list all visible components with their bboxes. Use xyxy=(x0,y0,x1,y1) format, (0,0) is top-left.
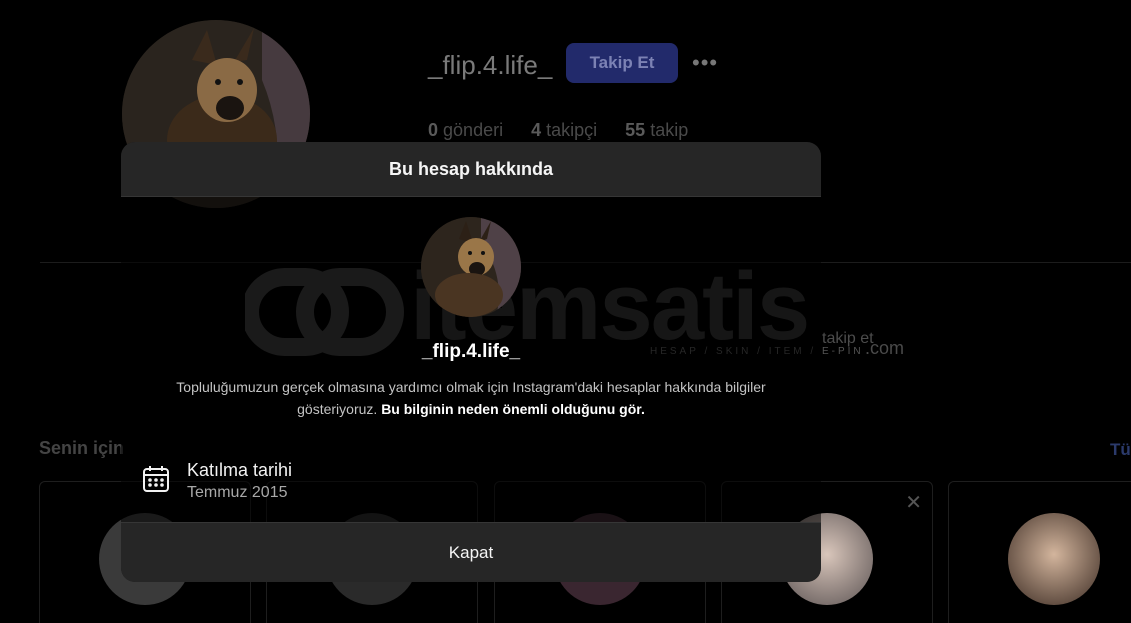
modal-title: Bu hesap hakkında xyxy=(388,158,554,179)
about-account-modal: Bu hesap hakkında _flip.4.life_ Topluluğ… xyxy=(121,142,821,582)
posts-count: 0 xyxy=(428,120,439,140)
followers-label: takipçi xyxy=(546,120,598,140)
follow-button[interactable]: Takip Et xyxy=(566,43,678,83)
more-options-icon[interactable]: ••• xyxy=(692,50,718,76)
followers-count: 4 xyxy=(531,120,542,140)
joined-label: Katılma tarihi xyxy=(187,460,293,480)
close-icon[interactable]: ✕ xyxy=(905,490,922,515)
suggestion-avatar[interactable] xyxy=(1008,513,1100,605)
close-button[interactable]: Kapat xyxy=(121,522,821,582)
calendar-icon xyxy=(141,464,171,499)
profile-username: _flip.4.life_ xyxy=(428,50,553,80)
posts-label: gönderi xyxy=(443,120,504,140)
joined-value: Temmuz 2015 xyxy=(187,484,288,501)
modal-header: Bu hesap hakkında xyxy=(121,142,821,197)
posts-stat[interactable]: 0 gönderi xyxy=(428,120,503,141)
suggestions-title: Senin için xyxy=(39,438,125,458)
following-label: takip xyxy=(650,120,689,140)
following-stat[interactable]: 55 takip xyxy=(625,120,688,141)
followers-stat[interactable]: 4 takipçi xyxy=(531,120,597,141)
following-count: 55 xyxy=(625,120,646,140)
joined-date-row: Katılma tarihi Temmuz 2015 xyxy=(141,460,292,502)
learn-more-link[interactable]: Bu bilginin neden önemli olduğunu gör. xyxy=(381,401,645,417)
profile-stats: 0 gönderi 4 takipçi 55 takip xyxy=(428,120,688,141)
suggestion-card[interactable] xyxy=(948,481,1131,623)
joined-info: Katılma tarihi Temmuz 2015 xyxy=(187,460,292,502)
suggestion-follow-link[interactable]: takip et xyxy=(822,330,874,348)
modal-description: Topluluğumuzun gerçek olmasına yardımcı … xyxy=(161,376,781,420)
see-all-link[interactable]: Tü xyxy=(1110,440,1131,460)
modal-username: _flip.4.life_ xyxy=(421,341,521,362)
modal-avatar xyxy=(421,217,521,317)
